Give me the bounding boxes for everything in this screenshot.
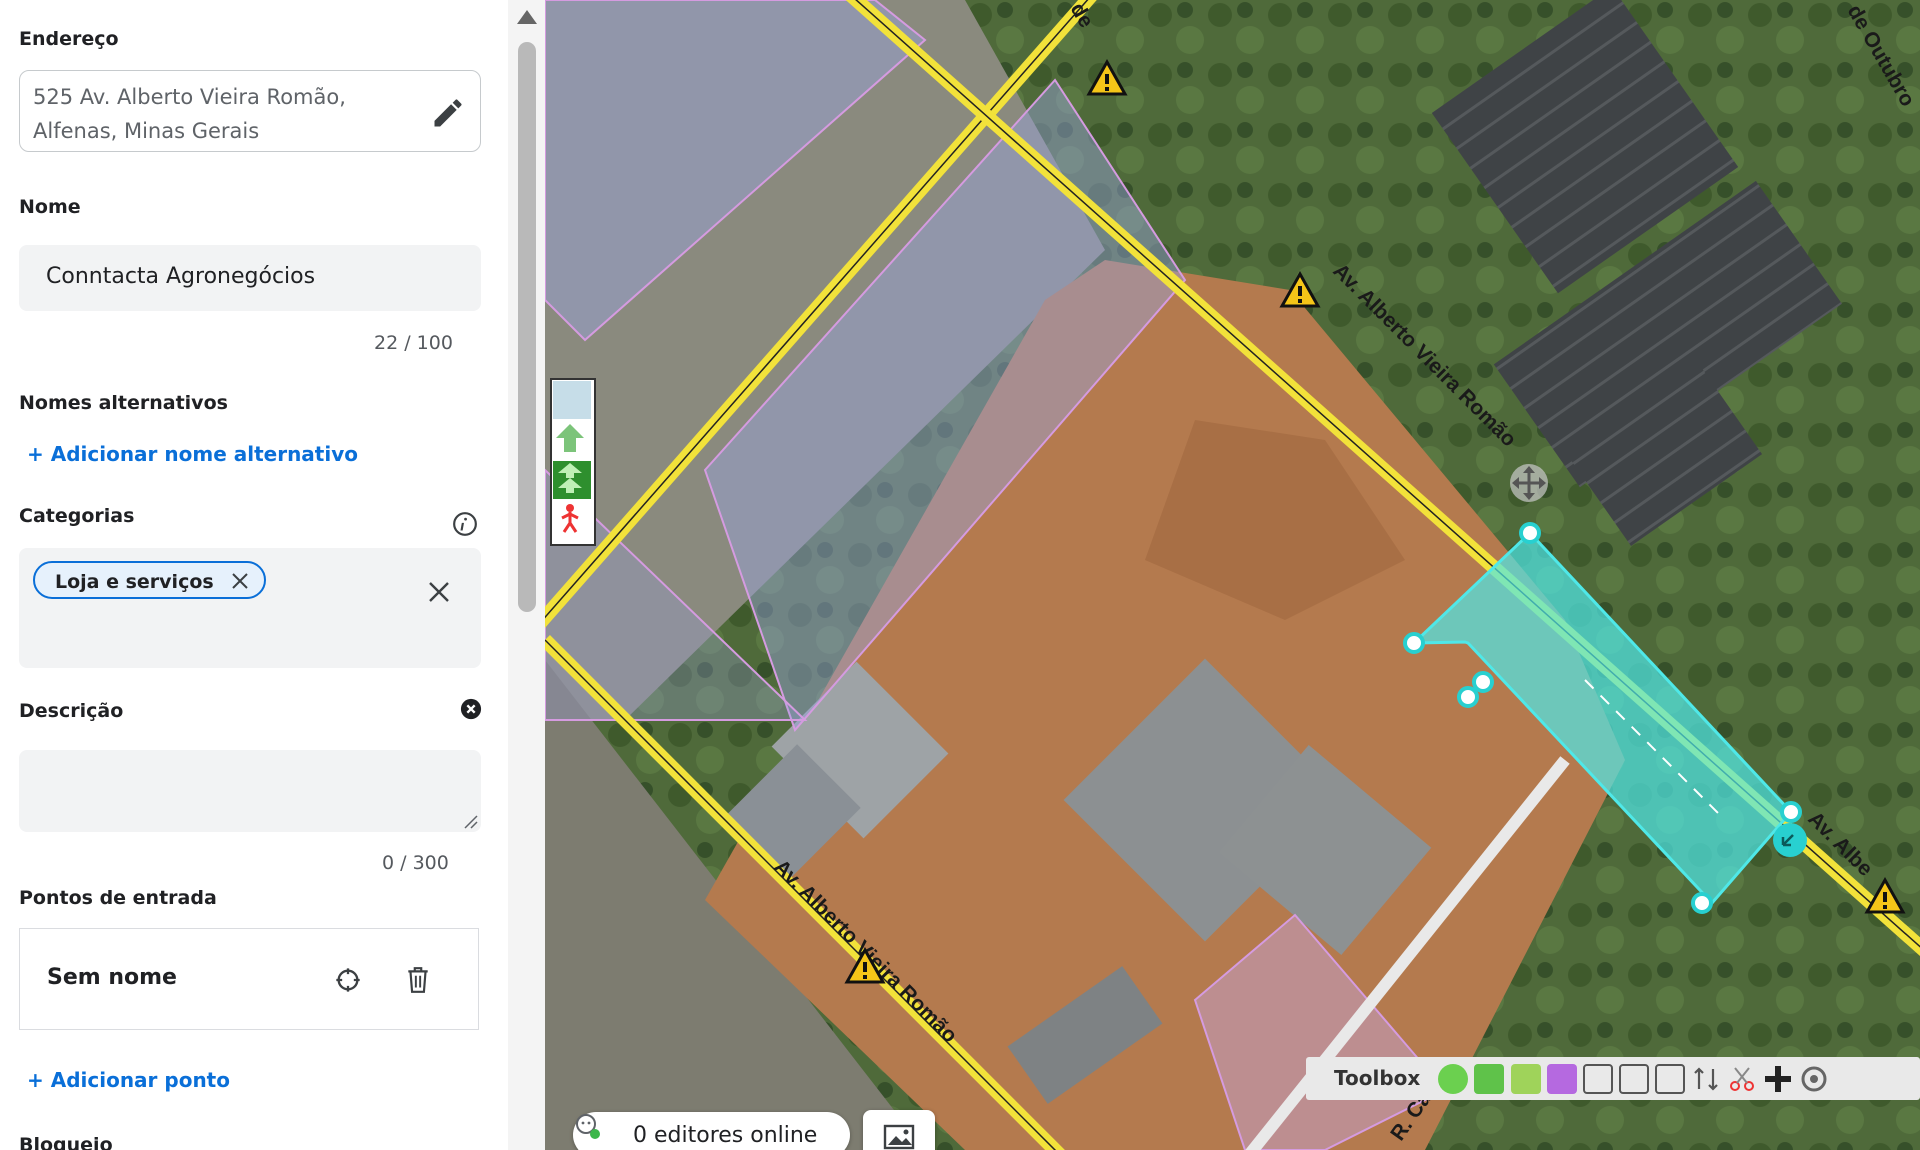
layer-button[interactable] (553, 421, 591, 459)
map-canvas[interactable]: Av. Alberto Vieira Romão Av. Alberto Vie… (545, 0, 1920, 1150)
image-icon (883, 1124, 915, 1150)
address-field[interactable]: 525 Av. Alberto Vieira Romão, Alfenas, M… (19, 70, 481, 152)
alt-names-label: Nomes alternativos (19, 392, 228, 414)
trash-icon[interactable] (405, 966, 431, 994)
add-alt-name-link[interactable]: + Adicionar nome alternativo (27, 442, 358, 466)
name-counter: 22 / 100 (374, 332, 453, 354)
category-chip-label: Loja e serviços (55, 571, 214, 593)
check-icon[interactable] (1547, 1064, 1577, 1094)
address-label: Endereço (19, 28, 119, 50)
move-icon[interactable] (1510, 464, 1548, 502)
toolbox-bar: Toolbox (1306, 1057, 1920, 1100)
entry-points-label: Pontos de entrada (19, 887, 217, 909)
panel-scrollbar[interactable] (508, 0, 545, 1150)
entry-point-marker[interactable] (1773, 823, 1807, 857)
polygon-vertex-handle[interactable] (1457, 686, 1479, 708)
layer-button[interactable] (553, 501, 591, 539)
crosshair-icon[interactable] (334, 966, 362, 994)
grid-icon[interactable] (1619, 1064, 1649, 1094)
layer-button[interactable] (553, 461, 591, 499)
satellite-imagery: Av. Alberto Vieira Romão Av. Alberto Vie… (545, 0, 1920, 1150)
categories-field[interactable]: Loja e serviços (19, 548, 481, 668)
description-counter: 0 / 300 (382, 852, 449, 874)
lock-label: Bloqueio (19, 1134, 113, 1150)
power-icon[interactable] (1438, 1064, 1468, 1094)
polygon-vertex-handle[interactable] (1691, 892, 1713, 914)
scroll-up-arrow-icon[interactable] (516, 8, 538, 26)
description-label: Descrição (19, 700, 124, 722)
polygon-vertex-handle[interactable] (1780, 801, 1802, 823)
pedestrian-icon (561, 504, 579, 533)
description-input[interactable] (19, 750, 481, 832)
add-entry-point-link[interactable]: + Adicionar ponto (27, 1068, 230, 1092)
polygon-vertex-handle[interactable] (1519, 522, 1541, 544)
double-arrow-icon (558, 463, 582, 493)
editors-online-text: 0 editores online (633, 1123, 818, 1148)
arrow-up-icon (556, 424, 584, 452)
info-icon[interactable] (452, 511, 478, 537)
settings-icon[interactable] (1799, 1064, 1829, 1094)
categories-label: Categorias (19, 505, 135, 527)
layer-switcher (550, 378, 596, 546)
pencil-icon[interactable] (430, 95, 466, 131)
address-value: 525 Av. Alberto Vieira Romão, Alfenas, M… (33, 85, 346, 143)
layer-button[interactable] (553, 381, 591, 419)
polygon-vertex-handle[interactable] (1403, 632, 1425, 654)
toolbox-label: Toolbox (1334, 1066, 1421, 1090)
ruler-icon[interactable] (1583, 1064, 1613, 1094)
name-value: Conntacta Agronegócios (46, 264, 316, 289)
clear-description-icon[interactable] (460, 698, 482, 720)
editors-online-pill[interactable]: 0 editores online (573, 1112, 850, 1150)
imagery-button[interactable] (863, 1110, 935, 1150)
paint-icon[interactable] (1511, 1064, 1541, 1094)
scroll-thumb[interactable] (518, 42, 536, 612)
resize-handle-icon[interactable] (460, 811, 478, 829)
entry-point-item[interactable]: Sem nome (19, 928, 479, 1030)
category-chip[interactable]: Loja e serviços (33, 561, 266, 599)
polygon-vertex-handle[interactable] (1472, 671, 1494, 693)
scissors-icon[interactable] (1727, 1064, 1757, 1094)
name-input[interactable]: Conntacta Agronegócios (19, 245, 481, 311)
place-editor-panel: Endereço 525 Av. Alberto Vieira Romão, A… (0, 0, 508, 1150)
lock-icon[interactable] (1474, 1064, 1504, 1094)
entry-point-name: Sem nome (47, 965, 177, 990)
editors-icon (576, 1114, 600, 1139)
swap-arrows-icon[interactable] (1691, 1064, 1721, 1094)
junction-icon[interactable] (1763, 1064, 1793, 1094)
clear-categories-icon[interactable] (427, 580, 451, 604)
copy-icon[interactable] (1655, 1064, 1685, 1094)
close-icon[interactable] (230, 571, 250, 591)
name-label: Nome (19, 196, 81, 218)
